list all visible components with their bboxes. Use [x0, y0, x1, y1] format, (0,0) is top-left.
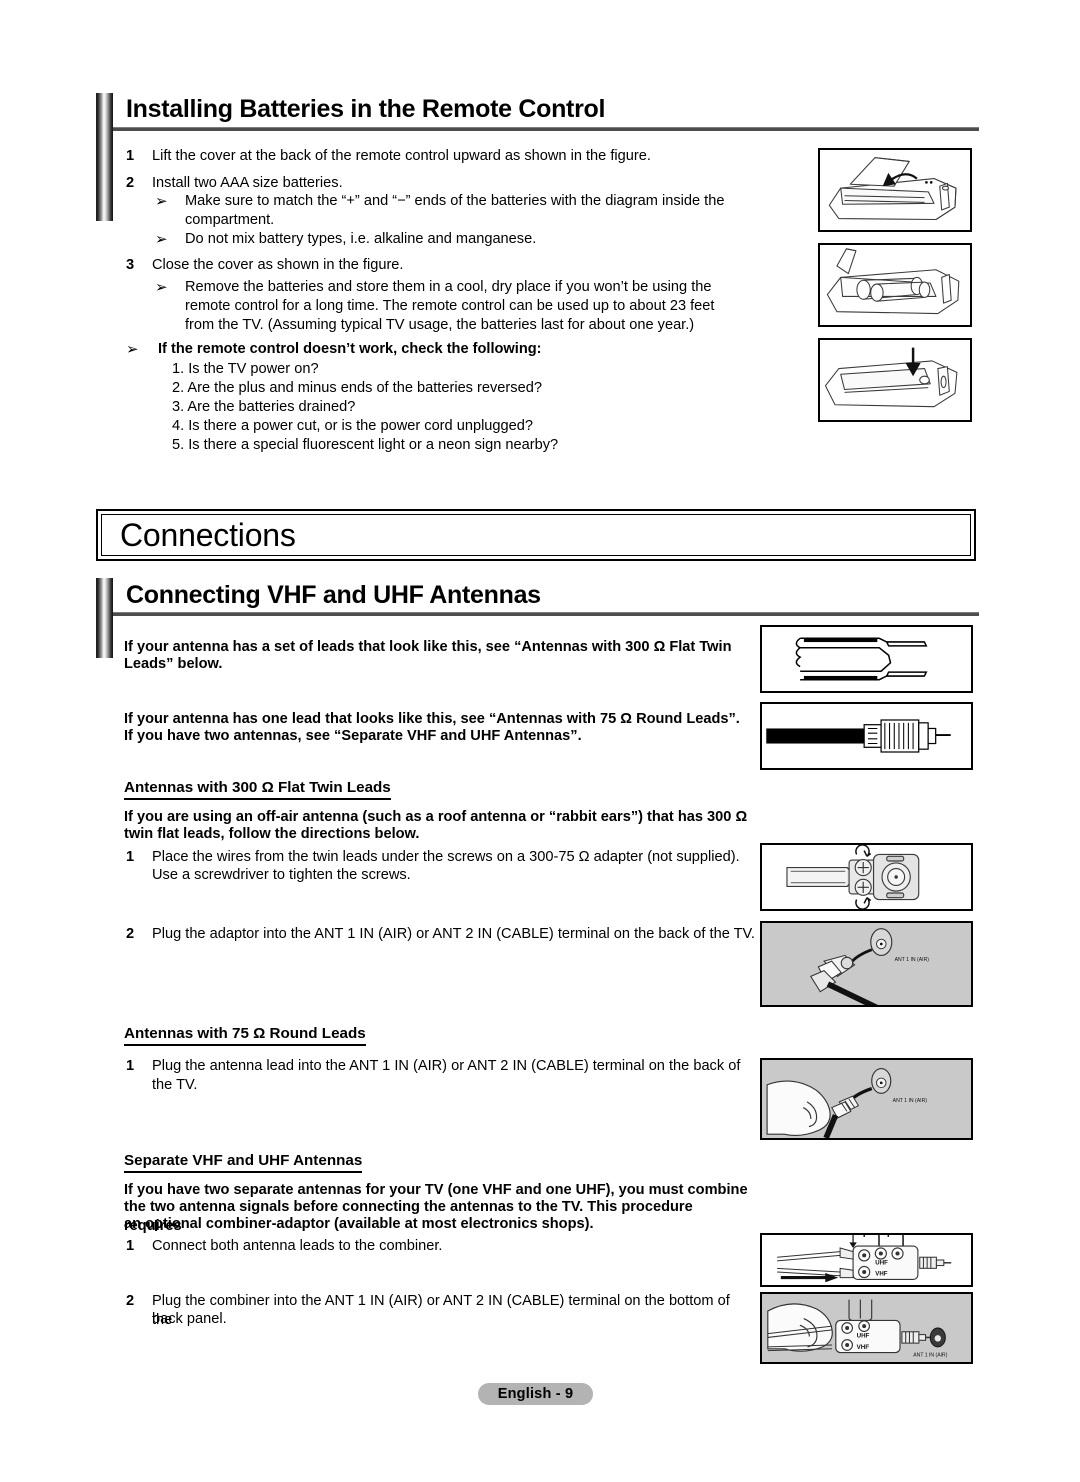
step-text-line: Plug the adaptor into the ANT 1 IN (AIR)…	[152, 926, 755, 942]
step-number: 1	[126, 849, 135, 865]
figure-round-coax-lead	[760, 702, 973, 770]
bullet-text-line: remote control for a long time. The remo…	[185, 298, 715, 314]
step-number: 1	[126, 1058, 135, 1074]
figure-hand-plug-coax: ANT 1 IN (AIR)	[760, 1058, 973, 1140]
troubleshoot-item: 3. Are the batteries drained?	[172, 399, 356, 415]
svg-text:ANT 1 IN (AIR): ANT 1 IN (AIR)	[893, 1098, 928, 1104]
figure-adapter-plugged-terminal: ANT 1 IN (AIR)	[760, 921, 973, 1007]
bullet-text-line: compartment.	[185, 212, 275, 228]
step-number: 2	[126, 175, 135, 191]
figure-combiner-plugged: UHF VHF ANT 1 IN (AIR)	[760, 1292, 973, 1364]
step-number: 3	[126, 257, 135, 273]
subsection-body-line: an optional combiner-adaptor (available …	[124, 1216, 594, 1232]
figure-remote-cover-close	[818, 338, 972, 422]
subsection-body-line: twin flat leads, follow the directions b…	[124, 826, 420, 842]
connections-banner: Connections	[96, 509, 976, 561]
bullet-text-line: Do not mix battery types, i.e. alkaline …	[185, 231, 537, 247]
svg-text:ANT 1 IN (AIR): ANT 1 IN (AIR)	[913, 1352, 947, 1358]
section2-heading-rule	[113, 612, 979, 616]
vhf-label: VHF	[857, 1344, 870, 1351]
bullet-text-line: Make sure to match the “+” and “−” ends …	[185, 193, 725, 209]
figure-remote-batteries	[818, 243, 972, 327]
page-footer-badge: English - 9	[478, 1383, 593, 1405]
figure-300-75-adapter	[760, 843, 973, 911]
intro-text-line: If you have two antennas, see “Separate …	[124, 728, 582, 744]
troubleshoot-title: If the remote control doesn’t work, chec…	[158, 341, 542, 357]
bullet-arrow-icon: ➢	[155, 193, 168, 210]
troubleshoot-item: 4. Is there a power cut, or is the power…	[172, 418, 534, 434]
step-text: Install two AAA size batteries.	[152, 175, 343, 191]
uhf-label: UHF	[857, 1332, 870, 1339]
troubleshoot-item: 2. Are the plus and minus ends of the ba…	[172, 380, 542, 396]
step-number: 2	[126, 1293, 135, 1309]
uhf-label: UHF	[875, 1260, 888, 1267]
step-text-line: back panel.	[152, 1311, 227, 1327]
step-text-line: Plug the antenna lead into the ANT 1 IN …	[152, 1058, 741, 1094]
figure-flat-twin-lead	[760, 625, 973, 693]
step-number: 1	[126, 148, 135, 164]
troubleshoot-item: 5. Is there a special fluorescent light …	[172, 437, 559, 453]
intro-text-line: Leads” below.	[124, 656, 223, 672]
subsection-heading-75ohm: Antennas with 75 Ω Round Leads	[124, 1025, 366, 1046]
step-text-line: Place the wires from the twin leads unde…	[152, 849, 740, 865]
bullet-text-line: from the TV. (Assuming typical TV usage,…	[185, 317, 695, 333]
banner-title: Connections	[120, 516, 296, 553]
vhf-label: VHF	[875, 1271, 887, 1278]
figure-combiner-adaptor: UHF VHF	[760, 1233, 973, 1287]
bullet-arrow-icon: ➢	[126, 341, 139, 358]
step-text-line: Use a screwdriver to tighten the screws.	[152, 867, 411, 883]
step-number: 2	[126, 926, 135, 942]
section1-heading-rule	[113, 127, 979, 131]
section2-heading: Connecting VHF and UHF Antennas	[126, 581, 541, 609]
troubleshoot-item: 1. Is the TV power on?	[172, 361, 319, 377]
bullet-arrow-icon: ➢	[155, 231, 168, 248]
svg-text:ANT 1 IN (AIR): ANT 1 IN (AIR)	[895, 957, 930, 963]
step-text-line: Connect both antenna leads to the combin…	[152, 1238, 443, 1254]
subsection-heading-300ohm: Antennas with 300 Ω Flat Twin Leads	[124, 779, 391, 800]
bullet-arrow-icon: ➢	[155, 279, 168, 296]
accent-bar-section1	[96, 93, 113, 221]
subsection-heading-separate: Separate VHF and UHF Antennas	[124, 1152, 363, 1173]
bullet-text-line: Remove the batteries and store them in a…	[185, 279, 712, 295]
manual-page: Installing Batteries in the Remote Contr…	[0, 0, 1080, 1482]
section1-heading: Installing Batteries in the Remote Contr…	[126, 95, 606, 123]
step-text: Close the cover as shown in the figure.	[152, 257, 404, 273]
step-text: Lift the cover at the back of the remote…	[152, 148, 651, 164]
figure-remote-cover-open	[818, 148, 972, 232]
accent-bar-section2	[96, 578, 113, 658]
step-number: 1	[126, 1238, 135, 1254]
